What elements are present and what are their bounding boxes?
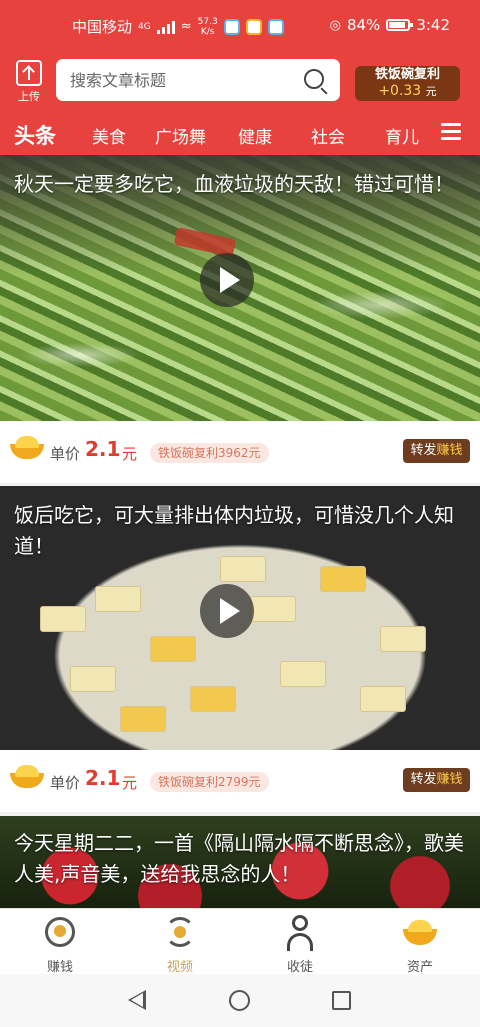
card-meta: 单价 2.1 元 铁饭碗复利2799元 转发赚钱 xyxy=(0,750,480,812)
nav-label: 视频 xyxy=(166,960,193,975)
gold-bowl-icon xyxy=(10,434,44,460)
battery-icon xyxy=(386,19,414,31)
share-earn-button[interactable]: 转发赚钱 xyxy=(403,439,470,463)
recent-apps-icon[interactable] xyxy=(332,991,351,1010)
video-card[interactable]: 饭后吃它，可大量排出体内垃圾，可惜没几个人知道！ 单价 2.1 元 铁饭碗复利2… xyxy=(0,486,480,812)
system-nav-bar xyxy=(0,974,480,1027)
video-thumbnail[interactable]: 今天星期二二，一首《隔山隔水隔不断思念》，歌美人美,声音美，送给我思念的人！ xyxy=(0,816,480,908)
video-title[interactable]: 饭后吃它，可大量排出体内垃圾，可惜没几个人知道！ xyxy=(14,500,470,562)
net-speed-value: 57.3 xyxy=(197,16,218,27)
tab-health[interactable]: 健康 xyxy=(238,123,272,148)
eye-comfort-icon: ◎ xyxy=(329,17,341,33)
price-value: 2.1 xyxy=(85,437,121,461)
play-icon[interactable] xyxy=(200,584,254,638)
price-value: 2.1 xyxy=(85,766,121,790)
bonus-value: +0.33 xyxy=(378,83,422,99)
tab-food[interactable]: 美食 xyxy=(92,123,126,148)
disciple-icon xyxy=(287,915,313,951)
tab-parenting[interactable]: 育儿 xyxy=(385,123,419,148)
search-icon[interactable] xyxy=(304,69,324,89)
search-input[interactable] xyxy=(56,59,340,101)
battery-percent: 84% xyxy=(346,16,381,34)
nav-earn[interactable]: 赚钱 xyxy=(0,909,120,975)
video-card[interactable]: 今天星期二二，一首《隔山隔水隔不断思念》，歌美人美,声音美，送给我思念的人！ xyxy=(0,816,480,908)
app-notification-icon xyxy=(223,18,240,35)
net-speed-unit: K/s xyxy=(200,26,215,37)
tab-square-dance[interactable]: 广场舞 xyxy=(155,123,206,148)
nav-label: 资产 xyxy=(406,960,433,975)
upload-icon xyxy=(16,60,42,86)
play-icon[interactable] xyxy=(200,253,254,307)
nav-disciple[interactable]: 收徒 xyxy=(240,909,360,975)
gold-bowl-icon xyxy=(10,763,44,789)
home-icon[interactable] xyxy=(229,990,250,1011)
menu-icon[interactable] xyxy=(441,123,461,141)
clock: 3:42 xyxy=(416,16,450,34)
nav-label: 收徒 xyxy=(286,960,313,975)
bonus-title: 铁饭碗复利 xyxy=(374,67,440,82)
upload-label: 上传 xyxy=(18,90,40,103)
video-refresh-icon xyxy=(165,917,195,947)
price-label: 单价 xyxy=(50,445,81,463)
bottom-nav: 赚钱 视频 收徒 资产 xyxy=(0,908,480,975)
video-title[interactable]: 秋天一定要多吃它，血液垃圾的天敌！错过可惜！ xyxy=(14,169,470,200)
bonus-pill: 铁饭碗复利2799元 xyxy=(150,772,269,792)
nav-assets[interactable]: 资产 xyxy=(360,909,480,975)
earn-icon xyxy=(45,917,75,947)
network-type: 4G xyxy=(138,21,151,32)
status-bar: 中国移动 4G ≈ 57.3 K/s ◎ 84% 3:42 xyxy=(0,0,480,54)
share-earn-button[interactable]: 转发赚钱 xyxy=(403,768,470,792)
card-meta: 单价 2.1 元 铁饭碗复利3962元 转发赚钱 xyxy=(0,421,480,483)
tab-society[interactable]: 社会 xyxy=(311,123,345,148)
price-unit: 元 xyxy=(122,774,138,792)
category-tabs: 头条 美食 广场舞 健康 社会 育儿 xyxy=(0,113,480,153)
asset-icon xyxy=(403,917,437,947)
upload-button[interactable]: 上传 xyxy=(12,60,46,103)
earn-label: 赚钱 xyxy=(436,772,463,787)
video-card[interactable]: 秋天一定要多吃它，血液垃圾的天敌！错过可惜！ 单价 2.1 元 铁饭碗复利396… xyxy=(0,155,480,483)
video-title[interactable]: 今天星期二二，一首《隔山隔水隔不断思念》，歌美人美,声音美，送给我思念的人！ xyxy=(14,828,470,890)
app-notification-icon xyxy=(267,18,284,35)
price-label: 单价 xyxy=(50,774,81,792)
signal-icon xyxy=(156,20,175,34)
wifi-icon: ≈ xyxy=(180,19,192,34)
price-unit: 元 xyxy=(122,445,138,463)
share-label: 转发 xyxy=(410,772,437,787)
nav-label: 赚钱 xyxy=(46,960,73,975)
carrier-label: 中国移动 xyxy=(72,18,133,36)
bonus-value-row: +0.33 元 xyxy=(355,83,460,100)
nav-video[interactable]: 视频 xyxy=(120,909,240,975)
back-icon[interactable] xyxy=(128,990,146,1010)
bonus-badge[interactable]: 铁饭碗复利 +0.33 元 xyxy=(355,66,460,101)
video-thumbnail[interactable]: 饭后吃它，可大量排出体内垃圾，可惜没几个人知道！ xyxy=(0,486,480,750)
bonus-unit: 元 xyxy=(425,85,437,98)
net-speed: 57.3 K/s xyxy=(198,17,218,37)
tab-headlines[interactable]: 头条 xyxy=(14,120,56,150)
bonus-pill: 铁饭碗复利3962元 xyxy=(150,443,269,463)
video-thumbnail[interactable]: 秋天一定要多吃它，血液垃圾的天敌！错过可惜！ xyxy=(0,155,480,421)
share-label: 转发 xyxy=(410,443,437,458)
app-notification-icon xyxy=(245,18,262,35)
earn-label: 赚钱 xyxy=(436,443,463,458)
